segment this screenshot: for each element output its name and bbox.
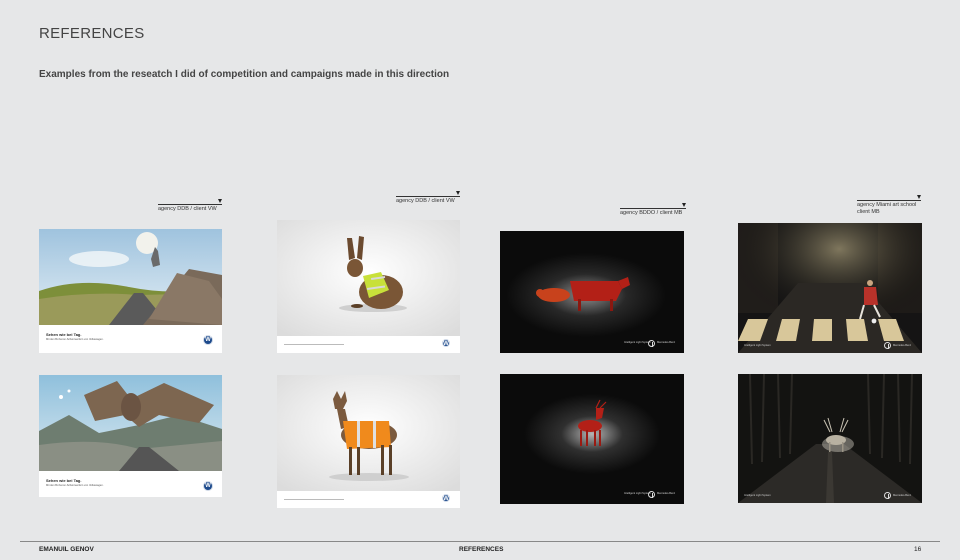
mb-ad-forest: Intelligent Light System Mercedes-Benz [738,374,922,503]
page-subtitle: Examples from the reseatch I did of comp… [39,69,450,80]
vw-ad-headline-2: Sehen wie bei Tag. [46,478,82,483]
footer-page-number: 16 [914,546,922,553]
vw-ad-headline: Sehen wie bei Tag. [46,332,82,337]
forest-road-image [738,374,922,503]
mercedes-star-icon [648,340,655,347]
vw-ad-sub-2: Mit den Bi-Xenon-Scheinwerfern von Volks… [46,484,104,487]
mb-tagline: Intelligent Light System [744,494,771,497]
vw-ad-deer [277,375,460,508]
footer-author: EMANUIL GENOV [39,546,94,553]
vw-logo-icon [442,339,450,347]
caption-col-1: agency DDB / client VW [158,199,222,213]
caption-col-3: agency BDDO / client MB [620,203,686,217]
caption-col-2-text: agency DDB / client VW [396,198,455,204]
mb-brand: Mercedes-Benz [657,492,676,495]
caption-col-2: agency DDB / client VW [396,191,460,205]
caption-col-4-text-2: client MB [857,209,880,215]
caption-col-1-text: agency DDB / client VW [158,206,217,212]
mb-tagline: Intelligent Light System [624,492,651,495]
caption-col-4: agency Miami art school client MB [857,195,921,216]
caption-col-3-text: agency BDDO / client MB [620,210,683,216]
deer-headlight-image [524,394,660,474]
mb-ad-cows: Intelligent Light System Mercedes-Benz [500,231,684,353]
vw-logo-icon [442,494,450,502]
mercedes-star-icon [648,491,655,498]
rabbit-vest-image [277,220,460,336]
vw-ad-sub: Mit den Bi-Xenon-Scheinwerfern von Volks… [46,338,104,341]
mercedes-star-icon [884,492,891,499]
vw-ad-bat: Sehen wie bei Tag. Mit den Bi-Xenon-Sche… [39,375,222,497]
night-crosswalk-image [738,223,922,353]
mb-ad-deer: Intelligent Light System Mercedes-Benz [500,374,684,504]
mb-tagline: Intelligent Light System [744,344,771,347]
caption-col-4-text-1: agency Miami art school [857,202,917,208]
cows-headlight-image [506,253,666,337]
footer-section: REFERENCES [459,546,504,553]
mb-ad-street: Intelligent Light System Mercedes-Benz [738,223,922,353]
vw-logo-icon [203,335,213,345]
mb-brand: Mercedes-Benz [657,341,676,344]
mb-brand: Mercedes-Benz [893,494,912,497]
vw-logo-icon [203,481,213,491]
wolf-road-image [39,229,222,325]
footer-divider [20,541,940,542]
mb-tagline: Intelligent Light System [624,341,651,344]
page-title: REFERENCES [39,25,145,42]
fine-print-line [284,499,344,500]
mercedes-star-icon [884,342,891,349]
vw-ad-rabbit [277,220,460,353]
deer-vest-image [277,375,460,491]
fine-print-line [284,344,344,345]
bat-road-image [39,375,222,471]
mb-brand: Mercedes-Benz [893,344,912,347]
vw-ad-wolf: Sehen wie bei Tag. Mit den Bi-Xenon-Sche… [39,229,222,353]
